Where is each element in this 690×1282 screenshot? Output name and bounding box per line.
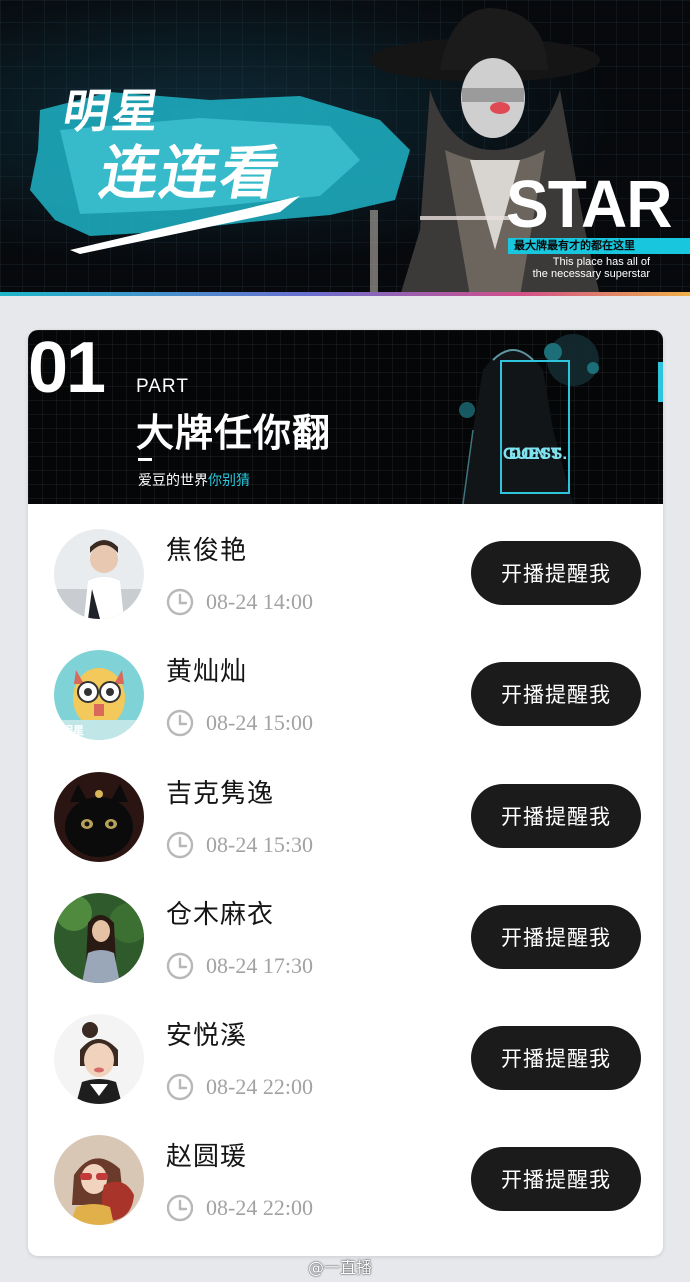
section-part-label: PART: [136, 376, 189, 397]
schedule-row: 焦俊艳 08-24 14:00 开播提醒我: [28, 504, 663, 625]
avatar-owl-cartoon-image: 明星: [54, 650, 144, 741]
remind-me-button[interactable]: 开播提醒我: [471, 904, 641, 969]
schedule-row: 仓木麻衣 08-24 17:30 开播提醒我: [28, 868, 663, 989]
remind-me-button[interactable]: 开播提醒我: [471, 1026, 641, 1091]
banner-english-line2: the necessary superstar: [532, 268, 650, 280]
host-name: 安悦溪: [166, 1021, 248, 1052]
section-subtitle-highlight: 你别猜: [208, 473, 250, 489]
banner-title: 明星 连连看: [48, 84, 296, 207]
banner-star-subtitle: 最大牌最有才的都在这里: [508, 238, 690, 254]
dont-guess-line2: GUESS.: [502, 444, 568, 463]
host-name: 吉克隽逸: [166, 778, 275, 809]
schedule-time: 08-24 17:30: [166, 952, 313, 980]
clock-icon: [166, 588, 194, 616]
watermark: @一直播: [308, 1258, 373, 1277]
schedule-time-text: 08-24 14:00: [206, 589, 313, 614]
remind-me-button[interactable]: 开播提醒我: [471, 1147, 641, 1212]
banner-title-line2: 连连看: [95, 139, 288, 207]
avatar[interactable]: [54, 771, 144, 862]
banner-star-word: STAR: [506, 166, 672, 242]
schedule-row: 明星 黄灿灿 08-24 15:00 开播提醒我: [28, 625, 663, 746]
section-subtitle: 爱豆的世界你别猜: [138, 470, 250, 490]
avatar[interactable]: [54, 529, 144, 619]
avatar-person-1-image: [54, 529, 144, 619]
dont-guess-text: DON'T GUESS.: [502, 444, 568, 478]
schedule-time: 08-24 15:00: [166, 709, 313, 737]
schedule-row: 赵圆瑗 08-24 22:00 开播提醒我: [28, 1110, 663, 1231]
schedule-card: 01 PART 大牌任你翻 爱豆的世界你别猜 DON'TGUESS. 焦俊艳: [28, 330, 663, 1256]
host-name: 黄灿灿: [166, 657, 248, 688]
schedule-time: 08-24 22:00: [166, 1073, 313, 1101]
avatar-black-cat-image: [54, 771, 144, 862]
schedule-row: 安悦溪 08-24 22:00 开播提醒我: [28, 989, 663, 1110]
avatar[interactable]: 明星: [54, 650, 144, 741]
avatar[interactable]: [54, 892, 144, 983]
section-subtitle-plain: 爱豆的世界: [138, 473, 208, 489]
banner-title-line1: 明星: [59, 84, 167, 138]
section-title: 大牌任你翻: [136, 411, 332, 455]
avatar-person-3-image: [54, 1135, 144, 1226]
top-banner: 明星 连连看 STAR 最大牌最有才的都在这里 This place has a…: [0, 0, 690, 296]
schedule-time-text: 08-24 15:30: [206, 831, 313, 857]
clock-icon: [166, 1195, 194, 1222]
avatar[interactable]: [54, 1135, 144, 1226]
section-number: 01: [28, 330, 106, 408]
host-name: 仓木麻衣: [166, 899, 275, 930]
banner-english-line1: This place has all of: [552, 256, 650, 268]
schedule-row: 吉克隽逸 08-24 15:30 开播提醒我: [28, 747, 663, 868]
schedule-time-text: 08-24 15:00: [206, 710, 313, 736]
dont-guess-badge: DON'T GUESS.: [500, 360, 570, 494]
banner-gradient-divider: [0, 292, 690, 296]
svg-text:明星: 明星: [62, 724, 84, 737]
section-header: 01 PART 大牌任你翻 爱豆的世界你别猜 DON'T GUESS.: [28, 330, 663, 504]
schedule-time: 08-24 14:00: [166, 588, 313, 616]
schedule-list: 焦俊艳 08-24 14:00 开播提醒我 明星 黄灿灿 08-24 15:00…: [28, 504, 663, 1232]
schedule-time-text: 08-24 22:00: [206, 1074, 313, 1100]
schedule-time-text: 08-24 22:00: [206, 1195, 313, 1221]
clock-icon: [166, 1073, 194, 1101]
header-accent-bar: [658, 362, 663, 402]
clock-icon: [166, 952, 194, 980]
host-name: 焦俊艳: [166, 536, 248, 566]
clock-icon: [166, 831, 194, 858]
schedule-time: 08-24 22:00: [166, 1194, 313, 1222]
remind-me-button[interactable]: 开播提醒我: [471, 541, 641, 605]
schedule-time-text: 08-24 17:30: [206, 952, 313, 978]
remind-me-button[interactable]: 开播提醒我: [471, 662, 641, 727]
avatar-person-forest-image: [54, 892, 144, 983]
host-name: 赵圆瑗: [166, 1142, 248, 1173]
remind-me-button[interactable]: 开播提醒我: [471, 783, 641, 848]
section-title-underline: [138, 458, 152, 461]
clock-icon: [166, 710, 194, 737]
avatar[interactable]: [54, 1014, 144, 1105]
banner-english-caption: This place has all of the necessary supe…: [0, 256, 650, 280]
schedule-time: 08-24 15:30: [166, 831, 313, 859]
avatar-person-2-image: [54, 1014, 144, 1105]
